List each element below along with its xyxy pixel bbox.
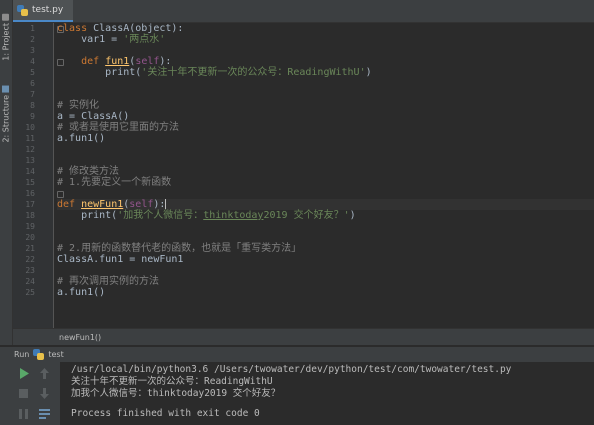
run-console[interactable]: /usr/local/bin/python3.6 /Users/twowater… xyxy=(61,362,594,425)
line-number: 3 xyxy=(30,46,35,55)
code-line-2: var1 = '两点水' xyxy=(57,34,166,45)
code-line-1: class ClassA(object): xyxy=(57,23,184,34)
code-line-11: a.fun1() xyxy=(57,133,106,144)
arrow-up-icon xyxy=(40,368,49,379)
tab-test-py[interactable]: test.py xyxy=(13,0,73,22)
code-line-4: def fun1(self): xyxy=(81,56,172,67)
run-config-tab[interactable]: test xyxy=(48,350,63,359)
arrow-down-icon xyxy=(40,388,49,399)
code-line-9: a = ClassA() xyxy=(57,111,130,122)
code-editor[interactable]: class ClassA(object): var1 = '两点水' def f… xyxy=(57,23,594,335)
run-panel-header: Run test xyxy=(0,346,594,363)
run-toolbar xyxy=(0,362,60,425)
line-number: 10 xyxy=(25,123,35,132)
code-line-21: ClassA.fun1 = newFun1 xyxy=(57,254,184,265)
line-number: 16 xyxy=(25,189,35,198)
structure-tab-label: 2: Structure xyxy=(1,95,11,143)
folder-icon xyxy=(2,14,10,21)
stop-button[interactable] xyxy=(17,387,30,400)
structure-tool-tab[interactable]: 2: Structure xyxy=(0,86,12,143)
console-line: 关注十年不更新一次的公众号：ReadingWithU xyxy=(71,376,273,387)
pause-icon xyxy=(19,408,28,419)
tool-window-strip: 1: Project 2: Structure xyxy=(0,0,13,345)
wrap-icon xyxy=(39,408,50,419)
console-line: /usr/local/bin/python3.6 /Users/twowater… xyxy=(71,364,512,375)
editor-tab-bar: test.py xyxy=(13,0,594,23)
code-line-17: print('加我个人微信号：thinktoday2019 交个好友？') xyxy=(57,210,356,221)
line-number: 17 xyxy=(25,200,35,209)
line-number: 21 xyxy=(25,244,35,253)
line-number: 2 xyxy=(30,35,35,44)
line-number: 13 xyxy=(25,156,35,165)
play-icon xyxy=(19,368,29,379)
code-line-20: # 2.用新的函数替代老的函数，也就是「重写类方法」 xyxy=(57,243,302,254)
code-line-23: # 再次调用实例的方法 xyxy=(57,276,160,287)
line-number: 8 xyxy=(30,101,35,110)
pause-button[interactable] xyxy=(17,407,30,420)
line-number: 6 xyxy=(30,79,35,88)
line-number: 20 xyxy=(25,233,35,242)
line-number: 15 xyxy=(25,178,35,187)
python-file-icon xyxy=(17,4,28,16)
line-number-gutter[interactable]: 1 2 3 4 5 6 7 8 9 10 11 12 13 14 15 16 17 18 19 20 21 22 23 24 2… xyxy=(13,23,64,335)
line-number: 4 xyxy=(30,57,35,66)
console-line: 加我个人微信号：thinktoday2019 交个好友？ xyxy=(71,388,281,399)
line-number: 14 xyxy=(25,167,35,176)
project-tab-label: 1: Project xyxy=(1,23,11,61)
text-caret xyxy=(165,199,167,209)
code-line-14: # 修改类方法 xyxy=(57,166,120,177)
line-number: 7 xyxy=(30,90,35,99)
structure-icon xyxy=(2,86,10,93)
line-number: 22 xyxy=(25,255,35,264)
line-number: 23 xyxy=(25,266,35,275)
line-number: 12 xyxy=(25,145,35,154)
code-line-8: # 实例化 xyxy=(57,100,100,111)
breadcrumb[interactable]: newFun1() xyxy=(13,328,594,345)
line-number: 25 xyxy=(25,288,35,297)
python-config-icon xyxy=(33,349,45,360)
code-line-24: a.fun1() xyxy=(57,287,106,298)
line-number: 24 xyxy=(25,277,35,286)
code-line-15: # 1.先要定义一个新函数 xyxy=(57,177,172,188)
code-line-10: # 或者是使用它里面的方法 xyxy=(57,122,180,133)
breadcrumb-item[interactable]: newFun1() xyxy=(59,333,101,342)
line-number: 19 xyxy=(25,222,35,231)
tab-filename: test.py xyxy=(32,5,64,15)
code-line-5: print('关注十年不更新一次的公众号：ReadingWithU') xyxy=(57,67,372,78)
soft-wrap-button[interactable] xyxy=(38,407,51,420)
console-line: Process finished with exit code 0 xyxy=(71,408,260,419)
run-panel-title: Run xyxy=(14,350,30,359)
line-number: 9 xyxy=(30,112,35,121)
line-number: 18 xyxy=(25,211,35,220)
scroll-down-button[interactable] xyxy=(38,387,51,400)
line-number: 1 xyxy=(30,24,35,33)
project-tool-tab[interactable]: 1: Project xyxy=(0,14,12,61)
stop-icon xyxy=(19,389,28,398)
scroll-up-button[interactable] xyxy=(38,367,51,380)
code-line-16: def newFun1(self): xyxy=(57,199,167,210)
line-number: 11 xyxy=(25,134,35,143)
line-number: 5 xyxy=(30,68,35,77)
rerun-button[interactable] xyxy=(17,367,30,380)
